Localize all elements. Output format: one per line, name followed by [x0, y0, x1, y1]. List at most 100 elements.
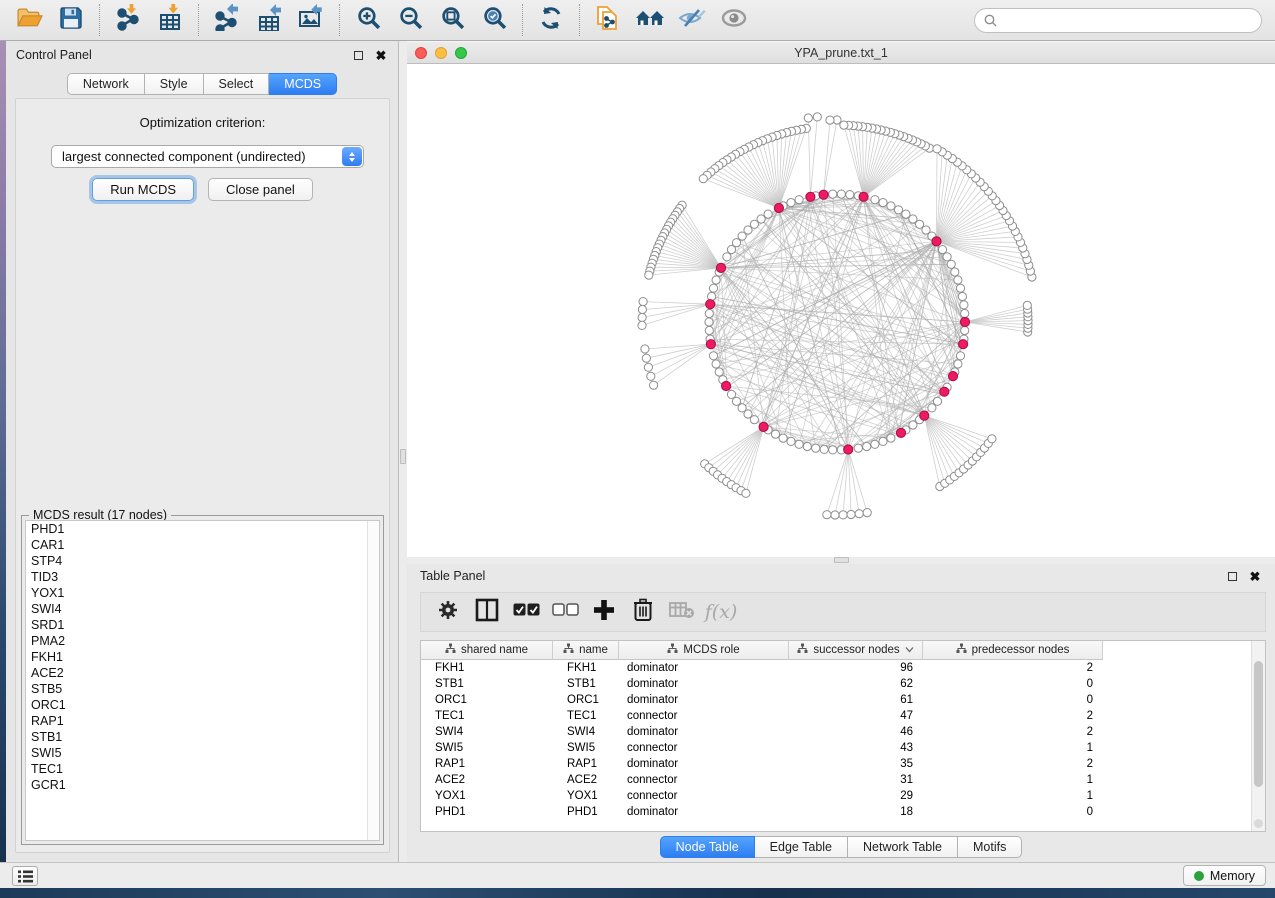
scrollbar-thumb[interactable] — [1254, 661, 1263, 787]
cell-name: FKH1 — [553, 660, 619, 676]
cell-name: PHD1 — [553, 804, 619, 820]
zoom-selected-button[interactable] — [476, 3, 512, 37]
result-list-item[interactable]: STB5 — [26, 681, 379, 697]
table-row[interactable]: ACE2ACE2connector311 — [421, 772, 1265, 788]
show-all-button[interactable] — [716, 3, 752, 37]
table-row[interactable]: SWI4SWI4dominator462 — [421, 724, 1265, 740]
zoom-in-button[interactable] — [350, 3, 386, 37]
run-mcds-button[interactable]: Run MCDS — [92, 178, 194, 201]
control-panel-close-button[interactable]: ✖ — [374, 48, 388, 62]
tab-motifs[interactable]: Motifs — [958, 836, 1022, 858]
criterion-dropdown[interactable]: largest connected component (undirected) — [51, 145, 364, 168]
tab-style[interactable]: Style — [145, 73, 204, 95]
cell-shared_name: YOX1 — [421, 788, 553, 804]
tab-node-table[interactable]: Node Table — [660, 836, 755, 858]
result-list-item[interactable]: FKH1 — [26, 649, 379, 665]
hide-selected-button[interactable] — [674, 3, 710, 37]
result-list-item[interactable]: TID3 — [26, 569, 379, 585]
gear-button[interactable] — [433, 597, 463, 627]
zoom-selected-icon — [482, 5, 507, 35]
export-image-button[interactable] — [293, 3, 329, 37]
tab-mcds[interactable]: MCDS — [269, 73, 337, 95]
memory-button[interactable]: Memory — [1183, 865, 1266, 886]
column-header-predecessor-nodes[interactable]: predecessor nodes — [923, 641, 1103, 660]
table-row[interactable]: ORC1ORC1dominator610 — [421, 692, 1265, 708]
zoom-out-button[interactable] — [392, 3, 428, 37]
select-all-button[interactable] — [511, 597, 541, 627]
table-scrollbar[interactable] — [1251, 641, 1265, 831]
open-folder-button[interactable] — [11, 3, 47, 37]
column-header-shared-name[interactable]: shared name — [421, 641, 553, 660]
table-row[interactable]: RAP1RAP1dominator352 — [421, 756, 1265, 772]
horizontal-splitter[interactable] — [407, 557, 1275, 564]
result-list-item[interactable]: ACE2 — [26, 665, 379, 681]
result-list-item[interactable]: STB1 — [26, 729, 379, 745]
network-window: YPA_prune.txt_1 — [407, 41, 1275, 557]
tab-network-table[interactable]: Network Table — [848, 836, 958, 858]
column-header-label: name — [579, 644, 608, 656]
refresh-button[interactable] — [533, 3, 569, 37]
result-list-item[interactable]: GCR1 — [26, 777, 379, 793]
table-row[interactable]: FKH1FKH1dominator962 — [421, 660, 1265, 676]
table-panel-close-button[interactable]: ✖ — [1248, 569, 1262, 583]
cell-shared_name: FKH1 — [421, 660, 553, 676]
search-input[interactable] — [1003, 14, 1243, 28]
tab-edge-table[interactable]: Edge Table — [755, 836, 848, 858]
cell-shared_name: SWI5 — [421, 740, 553, 756]
result-list-item[interactable]: YOX1 — [26, 585, 379, 601]
result-list-item[interactable]: STP4 — [26, 553, 379, 569]
cell-mcds_role: connector — [619, 788, 789, 804]
optimization-criterion-label: Optimization criterion: — [16, 115, 389, 130]
columns-icon — [475, 598, 499, 627]
add-button[interactable] — [589, 597, 619, 627]
zoom-fit-button[interactable] — [434, 3, 470, 37]
table-row[interactable]: STB1STB1dominator620 — [421, 676, 1265, 692]
copy-network-button[interactable] — [590, 3, 626, 37]
node-table-body: FKH1FKH1dominator962STB1STB1dominator620… — [421, 660, 1265, 820]
table-row[interactable]: YOX1YOX1connector291 — [421, 788, 1265, 804]
table-panel-float-button[interactable] — [1225, 569, 1239, 583]
result-list-item[interactable]: RAP1 — [26, 713, 379, 729]
tab-network[interactable]: Network — [67, 73, 145, 95]
scrollbar-corner — [1254, 819, 1263, 828]
vertical-splitter[interactable] — [399, 41, 407, 862]
close-panel-button[interactable]: Close panel — [208, 178, 313, 201]
result-list-item[interactable]: SRD1 — [26, 617, 379, 633]
task-history-button[interactable] — [12, 866, 38, 886]
splitter-grip-icon — [834, 557, 849, 563]
column-header-name[interactable]: name — [553, 641, 619, 660]
memory-button-label: Memory — [1210, 869, 1255, 883]
table-row[interactable]: PHD1PHD1dominator180 — [421, 804, 1265, 820]
import-table-disabled-icon — [669, 600, 695, 625]
control-panel-float-button[interactable] — [351, 48, 365, 62]
network-canvas[interactable] — [407, 64, 1275, 556]
export-table-button[interactable] — [251, 3, 287, 37]
result-list-item[interactable]: ORC1 — [26, 697, 379, 713]
export-network-button[interactable] — [209, 3, 245, 37]
result-list-item[interactable]: TEC1 — [26, 761, 379, 777]
result-list-item[interactable]: SWI4 — [26, 601, 379, 617]
first-neighbors-button[interactable] — [632, 3, 668, 37]
column-header-MCDS-role[interactable]: MCDS role — [619, 641, 789, 660]
save-button[interactable] — [53, 3, 89, 37]
mcds-result-list[interactable]: PHD1CAR1STP4TID3YOX1SWI4SRD1PMA2FKH1ACE2… — [25, 520, 380, 841]
result-list-item[interactable]: CAR1 — [26, 537, 379, 553]
import-table-button[interactable] — [152, 3, 188, 37]
import-table-disabled-button — [667, 597, 697, 627]
mcds-result-scrollbar[interactable] — [367, 521, 379, 840]
result-list-item[interactable]: PHD1 — [26, 521, 379, 537]
cell-mcds_role: dominator — [619, 676, 789, 692]
deselect-all-button[interactable] — [550, 597, 580, 627]
column-header-successor-nodes[interactable]: successor nodes — [789, 641, 923, 660]
search-box[interactable] — [974, 8, 1262, 33]
delete-button[interactable] — [628, 597, 658, 627]
result-list-item[interactable]: SWI5 — [26, 745, 379, 761]
table-row[interactable]: SWI5SWI5connector431 — [421, 740, 1265, 756]
table-row[interactable]: TEC1TEC1connector472 — [421, 708, 1265, 724]
columns-button[interactable] — [472, 597, 502, 627]
result-list-item[interactable]: PMA2 — [26, 633, 379, 649]
tab-select[interactable]: Select — [204, 73, 270, 95]
column-header-label: shared name — [461, 644, 528, 656]
node-table-header: shared name name MCDS rolesuccessor nodesp… — [421, 641, 1265, 660]
import-network-button[interactable] — [110, 3, 146, 37]
